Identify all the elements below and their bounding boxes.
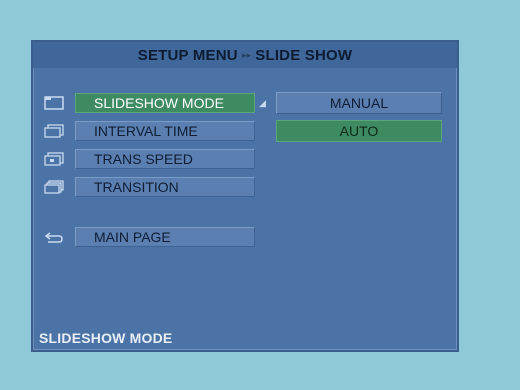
- submenu-caret-icon: ◢: [259, 97, 266, 108]
- title-separator: ▸▸: [241, 49, 252, 60]
- return-icon: [43, 229, 65, 245]
- menu-row-main-page[interactable]: MAIN PAGE: [43, 226, 255, 248]
- menu-item-transition[interactable]: TRANSITION: [75, 177, 255, 197]
- menu-item-trans-speed[interactable]: TRANS SPEED: [75, 149, 255, 169]
- tv-frame: SETUP MENU ▸▸ SLIDE SHOW SLIDESHOW MODE …: [0, 0, 520, 390]
- main-page-button[interactable]: MAIN PAGE: [75, 227, 255, 247]
- menu-row-interval-time[interactable]: INTERVAL TIME: [43, 120, 255, 142]
- interval-icon: [43, 123, 65, 139]
- menu-row-slideshow-mode[interactable]: SLIDESHOW MODE ◢: [43, 92, 266, 114]
- title-slide-show: SLIDE SHOW: [255, 46, 353, 64]
- menu-row-trans-speed[interactable]: TRANS SPEED: [43, 148, 255, 170]
- title-bar: SETUP MENU ▸▸ SLIDE SHOW: [33, 42, 457, 68]
- title-setup-menu: SETUP MENU: [137, 46, 238, 64]
- option-auto[interactable]: AUTO: [276, 120, 442, 142]
- menu-row-transition[interactable]: TRANSITION: [43, 176, 255, 198]
- speed-icon: [43, 151, 65, 167]
- menu-item-interval-time[interactable]: INTERVAL TIME: [75, 121, 255, 141]
- transition-icon: [43, 179, 65, 195]
- option-manual[interactable]: MANUAL: [276, 92, 442, 114]
- setup-menu-screen: SETUP MENU ▸▸ SLIDE SHOW SLIDESHOW MODE …: [31, 40, 459, 352]
- slideshow-icon: [43, 95, 65, 111]
- status-text: SLIDESHOW MODE: [39, 330, 173, 346]
- menu-item-slideshow-mode[interactable]: SLIDESHOW MODE: [75, 93, 255, 113]
